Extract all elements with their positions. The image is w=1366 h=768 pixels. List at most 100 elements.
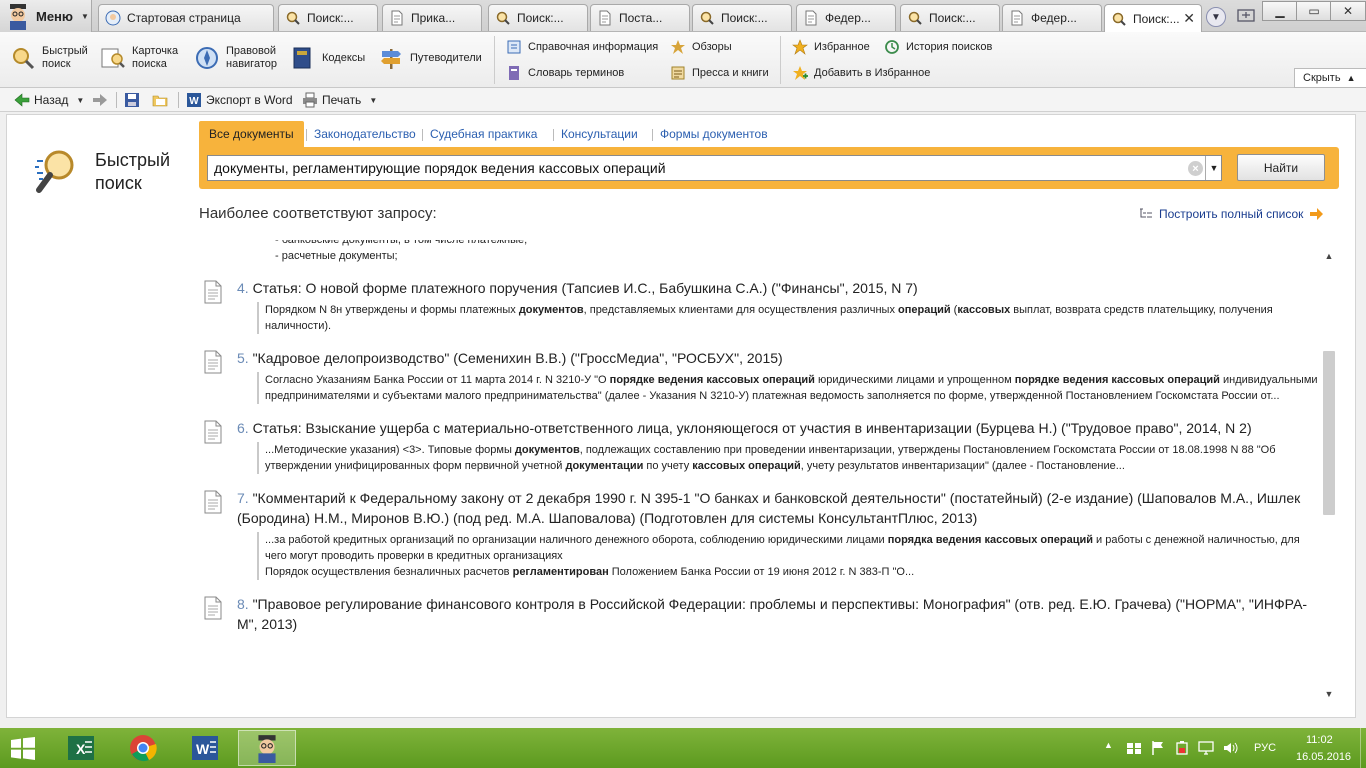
search-panel: Все документы Законодательство Судебная пр…	[199, 121, 1339, 189]
printer-icon	[303, 92, 317, 108]
show-desktop-button[interactable]	[1360, 728, 1366, 768]
scroll-up-icon[interactable]: ▲	[1321, 249, 1337, 263]
tab-10[interactable]: Поиск:... ✕	[1104, 4, 1202, 32]
volume-icon[interactable]	[1222, 740, 1238, 756]
close-button[interactable]: ✕	[1330, 1, 1366, 21]
search-tab-2[interactable]: Законодательство	[314, 121, 416, 147]
tab-label: Федер...	[825, 11, 871, 25]
print-label: Печать	[322, 93, 362, 107]
result-title[interactable]: 5. "Кадровое делопроизводство" (Семенихи…	[237, 348, 1319, 368]
tab-label: Стартовая страница	[127, 11, 241, 25]
toolbar-divider	[178, 92, 179, 108]
search-tab-3[interactable]: Судебная практика	[430, 121, 537, 147]
menu-button[interactable]: Меню ▼	[0, 0, 92, 32]
full-list-link[interactable]: Построить полный список	[1139, 207, 1324, 221]
search-history-label: История поисков	[906, 41, 993, 53]
chevron-up-icon[interactable]: ▲	[1104, 740, 1120, 756]
glossary-button[interactable]: Словарь терминов	[506, 65, 624, 81]
battery-icon[interactable]	[1174, 740, 1190, 756]
save-button[interactable]	[124, 91, 140, 109]
search-tab-4[interactable]: Консультации	[561, 121, 638, 147]
favorites-button[interactable]: Избранное	[792, 39, 870, 55]
close-tab-icon[interactable]: ✕	[1183, 10, 1195, 27]
windows-flag-icon[interactable]	[1126, 740, 1142, 756]
tab-6[interactable]: Поиск:...	[692, 4, 792, 31]
result-title-text[interactable]: "Правовое регулирование финансового конт…	[237, 596, 1307, 632]
collapse-ribbon-button[interactable]: Скрыть ▲	[1294, 68, 1366, 88]
reviews-button[interactable]: Обзоры	[670, 39, 732, 55]
snippet-highlight: порядке ведения кассовых операций	[1014, 374, 1220, 386]
arrow-right-icon	[1310, 208, 1324, 220]
main-content: Быстрый поиск Все документы Законодательс…	[6, 114, 1356, 718]
scroll-down-icon[interactable]: ▼	[1321, 687, 1337, 701]
back-button[interactable]: Назад ▼	[14, 91, 84, 109]
chevron-down-icon[interactable]: ▼	[76, 96, 84, 105]
search-input[interactable]	[208, 157, 1178, 179]
result-title[interactable]: 4. Статья: О новой форме платежного пору…	[237, 278, 1319, 298]
consultant-icon	[105, 10, 121, 26]
language-indicator[interactable]: РУС	[1254, 742, 1276, 754]
add-favorites-button[interactable]: Добавить в Избранное	[792, 65, 930, 81]
minimize-button[interactable]: ▁	[1262, 1, 1298, 21]
document-icon	[805, 10, 817, 26]
open-folder-button[interactable]	[152, 91, 168, 109]
snippet-paragraph: Порядок осуществления безналичных расчет…	[265, 564, 1319, 580]
search-tab-1[interactable]: Все документы	[199, 121, 304, 147]
result-title[interactable]: 7. "Комментарий к Федеральному закону от…	[237, 488, 1319, 528]
toolbar-divider	[116, 92, 117, 108]
tab-3[interactable]: Прика...	[382, 4, 482, 31]
result-title-text[interactable]: "Кадровое делопроизводство" (Семенихин В…	[253, 350, 783, 366]
export-word-button[interactable]: W Экспорт в Word	[186, 91, 293, 109]
tab-5[interactable]: Поста...	[590, 4, 690, 31]
tab-2[interactable]: Поиск:...	[278, 4, 378, 31]
clock-date[interactable]: 16.05.2016	[1296, 751, 1351, 763]
press-books-button[interactable]: Пресса и книги	[670, 65, 769, 81]
network-icon[interactable]	[1198, 740, 1214, 756]
vertical-scrollbar[interactable]: ▲ ▼	[1321, 249, 1337, 705]
search-tab-5[interactable]: Формы документов	[660, 121, 768, 147]
snippet-highlight: кассовых	[957, 304, 1011, 316]
chevron-down-icon[interactable]: ▼	[369, 96, 377, 105]
taskbar-word[interactable]: W	[176, 730, 234, 766]
result-title[interactable]: 6. Статья: Взыскание ущерба с материальн…	[237, 418, 1319, 438]
taskbar-excel[interactable]: X	[52, 730, 110, 766]
search-card-button[interactable]: Карточка поиска	[100, 45, 178, 71]
print-button[interactable]: Печать ▼	[302, 91, 377, 109]
quick-search-button[interactable]: Быстрый поиск	[10, 45, 88, 71]
flag-icon[interactable]	[1150, 740, 1166, 756]
tab-divider	[306, 129, 307, 141]
result-title-text[interactable]: Статья: О новой форме платежного поручен…	[253, 280, 918, 296]
tab-7[interactable]: Федер...	[796, 4, 896, 31]
windows-start-icon[interactable]	[6, 734, 40, 762]
forward-button[interactable]	[92, 91, 108, 109]
tab-1[interactable]: Стартовая страница	[98, 4, 274, 31]
snippet-text: Порядок осуществления безналичных расчет…	[265, 566, 513, 578]
tab-9[interactable]: Федер...	[1002, 4, 1102, 31]
result-title-text[interactable]: Статья: Взыскание ущерба с материально-о…	[253, 420, 1252, 436]
result-title-text[interactable]: "Комментарий к Федеральному закону от 2 …	[237, 490, 1300, 526]
result-title[interactable]: 8. "Правовое регулирование финансового к…	[237, 594, 1319, 634]
clear-icon[interactable]: ×	[1188, 161, 1203, 176]
result-item: 8. "Правовое регулирование финансового к…	[199, 594, 1319, 634]
search-history-dropdown[interactable]: ▼	[1205, 156, 1222, 180]
codes-button[interactable]: Кодексы	[290, 45, 365, 71]
ribbon-divider	[780, 36, 781, 84]
tab-8[interactable]: Поиск:...	[900, 4, 1000, 31]
maximize-button[interactable]: ▭	[1296, 1, 1332, 21]
search-history-button[interactable]: История поисков	[884, 39, 992, 55]
tab-4[interactable]: Поиск:...	[488, 4, 588, 31]
clock-time[interactable]: 11:02	[1306, 734, 1333, 746]
snippet-line: - банковские документы, в том числе плат…	[275, 240, 528, 246]
tab-divider	[422, 129, 423, 141]
document-icon	[204, 596, 222, 620]
taskbar-consultant[interactable]	[238, 730, 296, 766]
tabs-dropdown-button[interactable]: ▼	[1206, 7, 1226, 27]
sync-icon[interactable]	[1236, 7, 1256, 25]
legal-navigator-button[interactable]: Правовой навигатор	[194, 45, 277, 71]
taskbar-chrome[interactable]	[114, 730, 172, 766]
guides-button[interactable]: Путеводители	[378, 45, 482, 71]
scroll-thumb[interactable]	[1323, 351, 1335, 515]
reference-info-button[interactable]: Справочная информация	[506, 39, 658, 55]
document-icon	[391, 10, 403, 26]
find-button[interactable]: Найти	[1237, 154, 1325, 181]
